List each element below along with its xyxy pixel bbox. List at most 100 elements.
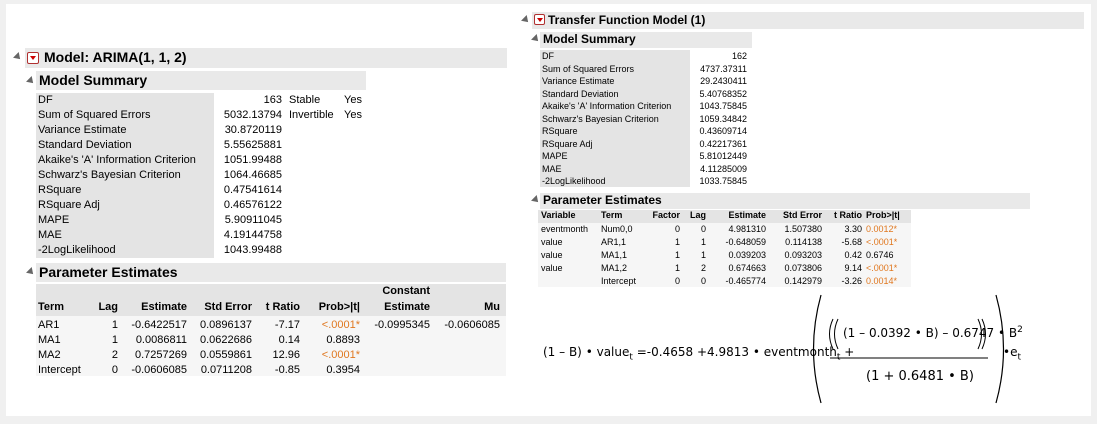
right-summary-value: 162 bbox=[731, 51, 747, 61]
left-param-prob-cell: 0.3954 bbox=[326, 364, 360, 376]
right-summary-value: 29.2430411 bbox=[700, 76, 747, 86]
left-summary-value: 5.90911045 bbox=[224, 214, 282, 226]
right-param-term-cell: Num0,0 bbox=[601, 224, 633, 234]
right-summary-label: MAE bbox=[542, 163, 562, 174]
left-col-mu: Mu bbox=[484, 301, 500, 313]
eq-denominator: (1 + 0.6481 • B) bbox=[866, 369, 974, 384]
right-param-std-cell: 1.507380 bbox=[784, 224, 822, 234]
left-param-lag-cell: 1 bbox=[111, 319, 118, 331]
right-param-variable-cell: value bbox=[541, 237, 563, 247]
right-param-std-cell: 0.073806 bbox=[784, 263, 822, 273]
right-param-estimate-cell: -0.465774 bbox=[725, 276, 766, 286]
left-param-prob-cell: <.0001* bbox=[321, 319, 360, 331]
left-red-menu-icon[interactable] bbox=[27, 52, 39, 64]
right-summary-value: 0.42217361 bbox=[699, 138, 747, 149]
right-param-estimate-cell: -0.648059 bbox=[725, 237, 766, 247]
left-summary-value: 5032.13794 bbox=[223, 109, 282, 121]
left-summary-label: RSquare Adj bbox=[38, 199, 100, 211]
left-param-t-cell: -7.17 bbox=[274, 319, 300, 331]
right-col-prob: Prob>|t| bbox=[866, 210, 900, 220]
right-param-estimate-cell: 0.674663 bbox=[728, 263, 766, 273]
left-stable-label: Stable bbox=[289, 94, 321, 106]
left-param-prob-cell: 0.8893 bbox=[326, 334, 360, 346]
right-param-estimate-cell: 4.981310 bbox=[728, 224, 766, 234]
right-param-factor-cell: 1 bbox=[674, 250, 680, 260]
right-param-prob-cell: 0.0014* bbox=[866, 276, 898, 286]
left-col-prob: Prob>|t| bbox=[318, 301, 360, 313]
right-param-std-cell: 0.142979 bbox=[784, 276, 822, 286]
right-param-lag-cell: 0 bbox=[700, 276, 706, 286]
left-summary-label: Akaike's 'A' Information Criterion bbox=[38, 154, 196, 166]
left-col-std: Std Error bbox=[204, 301, 252, 313]
right-summary-label: RSquare bbox=[542, 126, 578, 136]
right-param-prob-cell: <.0001* bbox=[866, 263, 898, 273]
right-summary-label: Schwarz's Bayesian Criterion bbox=[542, 113, 659, 124]
right-summary-label: Sum of Squared Errors bbox=[542, 63, 635, 74]
right-param-term-cell: MA1,2 bbox=[601, 263, 628, 273]
right-param-std-cell: 0.093203 bbox=[784, 250, 822, 260]
left-param-estimate-cell: -0.6422517 bbox=[131, 319, 187, 331]
left-summary-value: 4.19144758 bbox=[223, 229, 282, 241]
right-param-t-cell: 3.30 bbox=[844, 224, 862, 234]
right-param-prob-cell: 0.0012* bbox=[866, 224, 898, 234]
left-summary-label: Schwarz's Bayesian Criterion bbox=[38, 169, 181, 181]
left-summary-value: 1051.99488 bbox=[223, 154, 282, 166]
left-col-t: t Ratio bbox=[265, 301, 300, 313]
right-param-lag-cell: 1 bbox=[700, 250, 706, 260]
left-constant-estimate: -0.0995345 bbox=[374, 319, 430, 331]
right-col-lag: Lag bbox=[689, 210, 706, 220]
left-col-estimate: Estimate bbox=[141, 301, 187, 313]
left-param-lag-cell: 1 bbox=[111, 334, 118, 346]
right-summary-label: MAPE bbox=[542, 151, 568, 161]
left-param-estimate-cell: 0.0086811 bbox=[135, 334, 187, 346]
right-col-term: Term bbox=[601, 210, 623, 220]
left-summary-value: 163 bbox=[263, 94, 282, 106]
right-param-variable-cell: value bbox=[541, 250, 563, 260]
left-param-std-cell: 0.0559861 bbox=[200, 349, 252, 361]
left-param-term-cell: AR1 bbox=[38, 319, 60, 331]
right-col-variable: Variable bbox=[541, 210, 576, 220]
left-summary-label: Sum of Squared Errors bbox=[38, 109, 151, 121]
right-col-std: Std Error bbox=[782, 210, 822, 220]
eq-error-term: •et bbox=[1003, 345, 1021, 363]
left-col-term: Term bbox=[38, 301, 65, 313]
left-col-const-top: Constant bbox=[382, 285, 430, 297]
right-col-t: t Ratio bbox=[834, 210, 862, 220]
right-summary-value: 5.81012449 bbox=[699, 151, 747, 161]
left-invertible-value: Yes bbox=[344, 109, 362, 121]
right-param-lag-cell: 1 bbox=[700, 237, 706, 247]
left-summary-value: 1043.99488 bbox=[223, 244, 282, 256]
left-param-lag-cell: 0 bbox=[111, 364, 118, 376]
right-summary-value: 1059.34842 bbox=[699, 113, 747, 124]
right-param-factor-cell: 0 bbox=[674, 276, 680, 286]
left-summary-value: 30.8720119 bbox=[224, 124, 282, 136]
left-param-t-cell: 0.14 bbox=[278, 334, 300, 346]
left-param-t-cell: -0.85 bbox=[274, 364, 300, 376]
right-param-term-cell: Intercept bbox=[601, 276, 637, 286]
left-col-lag: Lag bbox=[98, 301, 118, 313]
left-param-t-cell: 12.96 bbox=[272, 349, 300, 361]
right-summary-label: Variance Estimate bbox=[542, 76, 615, 86]
left-param-std-cell: 0.0896137 bbox=[200, 319, 252, 331]
left-summary-label: MAPE bbox=[38, 214, 70, 226]
left-param-term-cell: Intercept bbox=[38, 364, 81, 376]
right-summary-label: Akaike's 'A' Information Criterion bbox=[542, 101, 672, 111]
right-summary-value: 5.40768352 bbox=[699, 88, 747, 99]
left-summary-value: 0.47541614 bbox=[223, 184, 282, 196]
right-param-prob-cell: <.0001* bbox=[866, 237, 898, 247]
report-window: Model: ARIMA(1, 1, 2) Model Summary DF 16… bbox=[0, 0, 1097, 424]
right-param-lag-cell: 0 bbox=[700, 224, 706, 234]
left-col-const-bottom: Estimate bbox=[384, 301, 430, 313]
right-param-prob-cell: 0.6746 bbox=[866, 250, 894, 260]
right-param-title: Parameter Estimates bbox=[543, 193, 662, 207]
right-param-lag-cell: 2 bbox=[700, 263, 706, 273]
left-summary-value: 1064.46685 bbox=[223, 169, 282, 181]
right-param-term-cell: MA1,1 bbox=[601, 250, 628, 260]
right-param-factor-cell: 1 bbox=[674, 263, 680, 273]
right-param-t-cell: 0.42 bbox=[844, 250, 862, 260]
right-red-menu-icon[interactable] bbox=[534, 14, 545, 25]
right-summary-value: 1043.75845 bbox=[699, 101, 747, 111]
left-summary-title: Model Summary bbox=[39, 72, 148, 88]
left-stable-value: Yes bbox=[344, 94, 362, 106]
left-param-estimate-cell: 0.7257269 bbox=[135, 349, 187, 361]
